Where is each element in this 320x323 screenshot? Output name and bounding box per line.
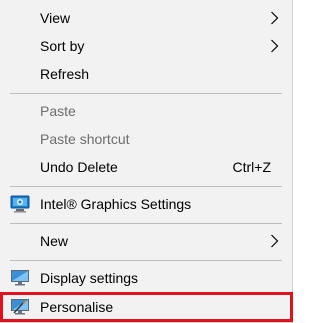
menu-item-label: Display settings <box>40 270 139 286</box>
chevron-right-icon <box>271 39 279 53</box>
menu-item-refresh[interactable]: Refresh <box>0 60 293 88</box>
intel-graphics-icon <box>10 195 30 213</box>
display-settings-icon <box>11 270 29 286</box>
menu-item-new[interactable]: New <box>0 227 293 255</box>
chevron-right-icon <box>271 234 279 248</box>
menu-item-label: Personalise <box>40 299 114 315</box>
menu-item-label: Paste <box>40 103 76 119</box>
menu-separator <box>10 93 282 94</box>
menu-item-label: Undo Delete <box>40 159 118 175</box>
menu-item-view[interactable]: View <box>0 4 293 32</box>
menu-item-label: Sort by <box>40 38 85 54</box>
menu-separator <box>10 186 282 187</box>
menu-item-label: New <box>40 233 69 249</box>
menu-item-label: Paste shortcut <box>40 131 130 147</box>
menu-item-intel-graphics-settings[interactable]: Intel® Graphics Settings <box>0 190 293 218</box>
menu-item-label: Refresh <box>40 66 90 82</box>
menu-item-paste-shortcut: Paste shortcut <box>0 125 293 153</box>
desktop-context-menu: View Sort by Refresh Paste Paste shortcu… <box>0 0 293 323</box>
menu-separator <box>10 260 282 261</box>
menu-separator <box>10 223 282 224</box>
menu-item-display-settings[interactable]: Display settings <box>0 264 293 292</box>
personalise-icon <box>11 299 29 315</box>
menu-item-label: View <box>40 10 71 26</box>
menu-item-personalise[interactable]: Personalise <box>0 292 293 322</box>
menu-item-undo-delete[interactable]: Undo Delete Ctrl+Z <box>0 153 293 181</box>
menu-item-label: Intel® Graphics Settings <box>40 196 192 212</box>
menu-item-sort-by[interactable]: Sort by <box>0 32 293 60</box>
chevron-right-icon <box>271 11 279 25</box>
menu-item-shortcut: Ctrl+Z <box>232 159 272 175</box>
menu-item-paste: Paste <box>0 97 293 125</box>
